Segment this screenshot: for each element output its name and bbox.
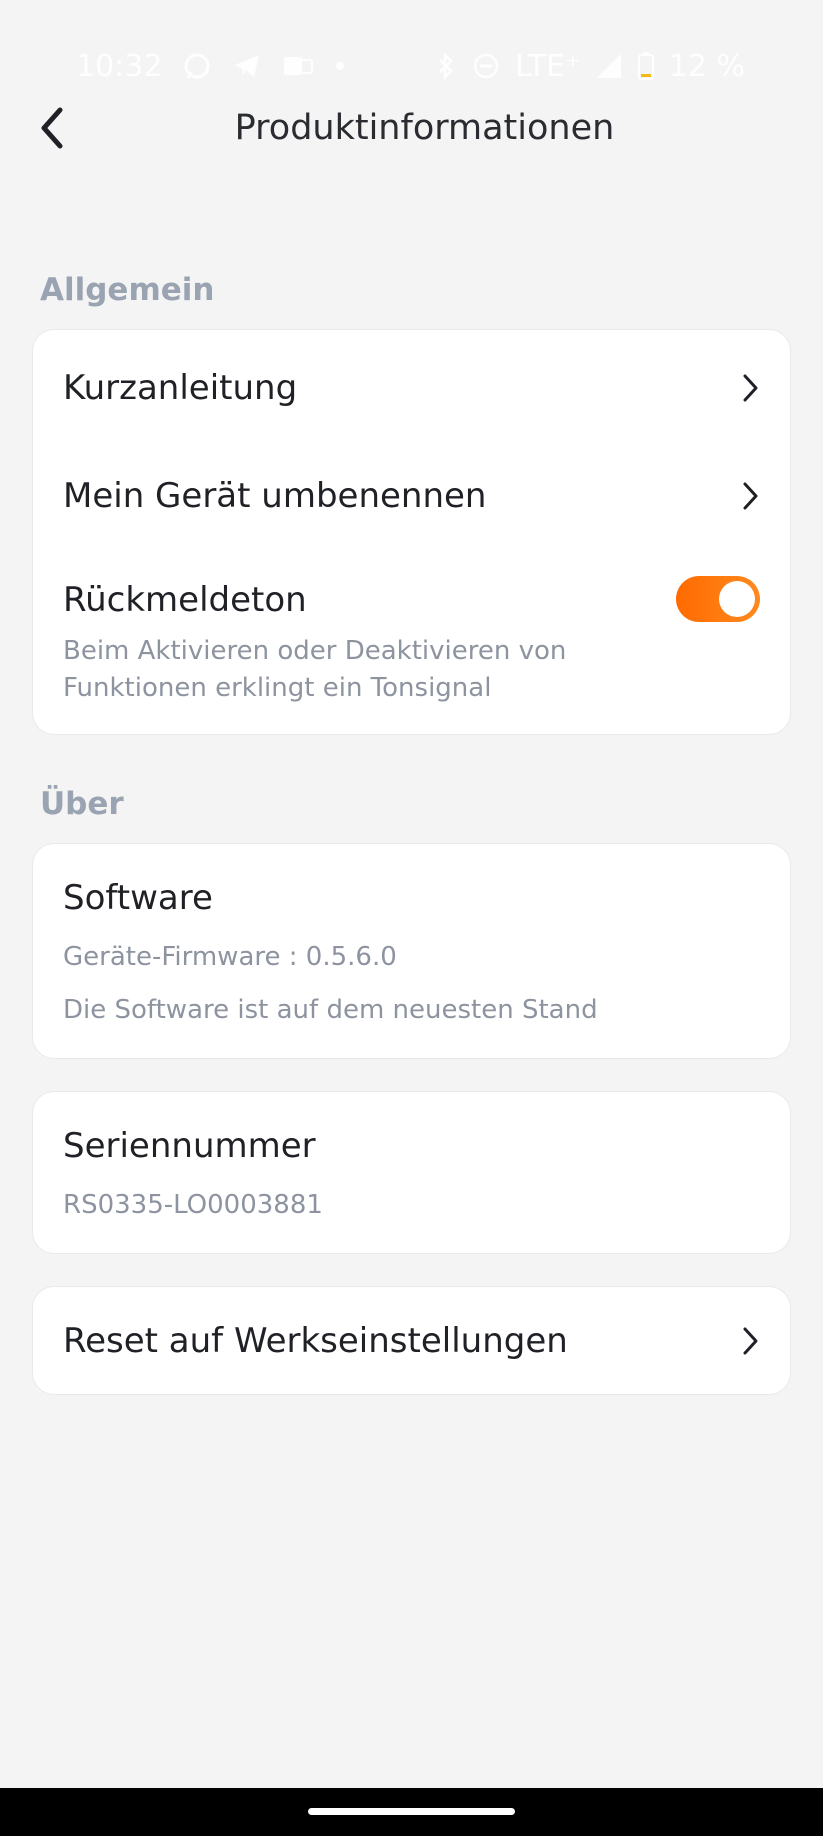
- outlook-icon: [282, 51, 314, 81]
- header: Produktinformationen: [0, 90, 823, 170]
- serial-title: Seriennummer: [63, 1126, 316, 1166]
- telegram-icon: [232, 51, 262, 81]
- battery-icon: [637, 51, 655, 81]
- software-title: Software: [63, 878, 213, 918]
- serial-value: RS0335-LO0003881: [63, 1190, 323, 1220]
- software-status: Die Software ist auf dem neuesten Stand: [63, 995, 598, 1025]
- status-left: 10:32: [76, 46, 346, 86]
- feedback-tone-label: Rückmeldeton: [63, 580, 307, 620]
- firmware-version: Geräte-Firmware : 0.5.6.0: [63, 942, 397, 972]
- toggle-knob: [719, 581, 755, 617]
- navigation-bar: [0, 1788, 823, 1836]
- bluetooth-icon: [435, 51, 457, 81]
- feedback-tone-toggle[interactable]: [676, 576, 760, 622]
- battery-level: 12 %: [668, 48, 745, 84]
- dnd-icon: [471, 51, 501, 81]
- network-type: LTE⁺: [515, 48, 581, 84]
- chevron-right-icon: [740, 480, 760, 512]
- general-card: Kurzanleitung Mein Gerät umbenennen Rück…: [32, 329, 791, 735]
- software-card: Software Geräte-Firmware : 0.5.6.0 Die S…: [32, 843, 791, 1059]
- chevron-right-icon: [740, 372, 760, 404]
- signal-icon: [595, 52, 623, 80]
- home-indicator[interactable]: [308, 1808, 515, 1815]
- rename-device-row[interactable]: Mein Gerät umbenennen: [63, 468, 760, 524]
- status-right: LTE⁺ 12 %: [435, 46, 745, 86]
- page-title: Produktinformationen: [234, 108, 615, 148]
- whatsapp-icon: [182, 51, 212, 81]
- factory-reset-label: Reset auf Werkseinstellungen: [63, 1321, 568, 1361]
- quick-guide-row[interactable]: Kurzanleitung: [63, 360, 760, 416]
- rename-device-label: Mein Gerät umbenennen: [63, 476, 487, 516]
- chevron-right-icon: [740, 1325, 760, 1357]
- quick-guide-label: Kurzanleitung: [63, 368, 298, 408]
- section-title-about: Über: [40, 786, 124, 822]
- section-title-general: Allgemein: [40, 272, 215, 308]
- reset-card[interactable]: Reset auf Werkseinstellungen: [32, 1286, 791, 1395]
- dot-icon: [334, 60, 346, 72]
- feedback-tone-description: Beim Aktivieren oder Deaktivieren von Fu…: [63, 636, 567, 703]
- status-time: 10:32: [76, 48, 163, 84]
- serial-card: Seriennummer RS0335-LO0003881: [32, 1091, 791, 1254]
- factory-reset-row[interactable]: Reset auf Werkseinstellungen: [63, 1313, 760, 1369]
